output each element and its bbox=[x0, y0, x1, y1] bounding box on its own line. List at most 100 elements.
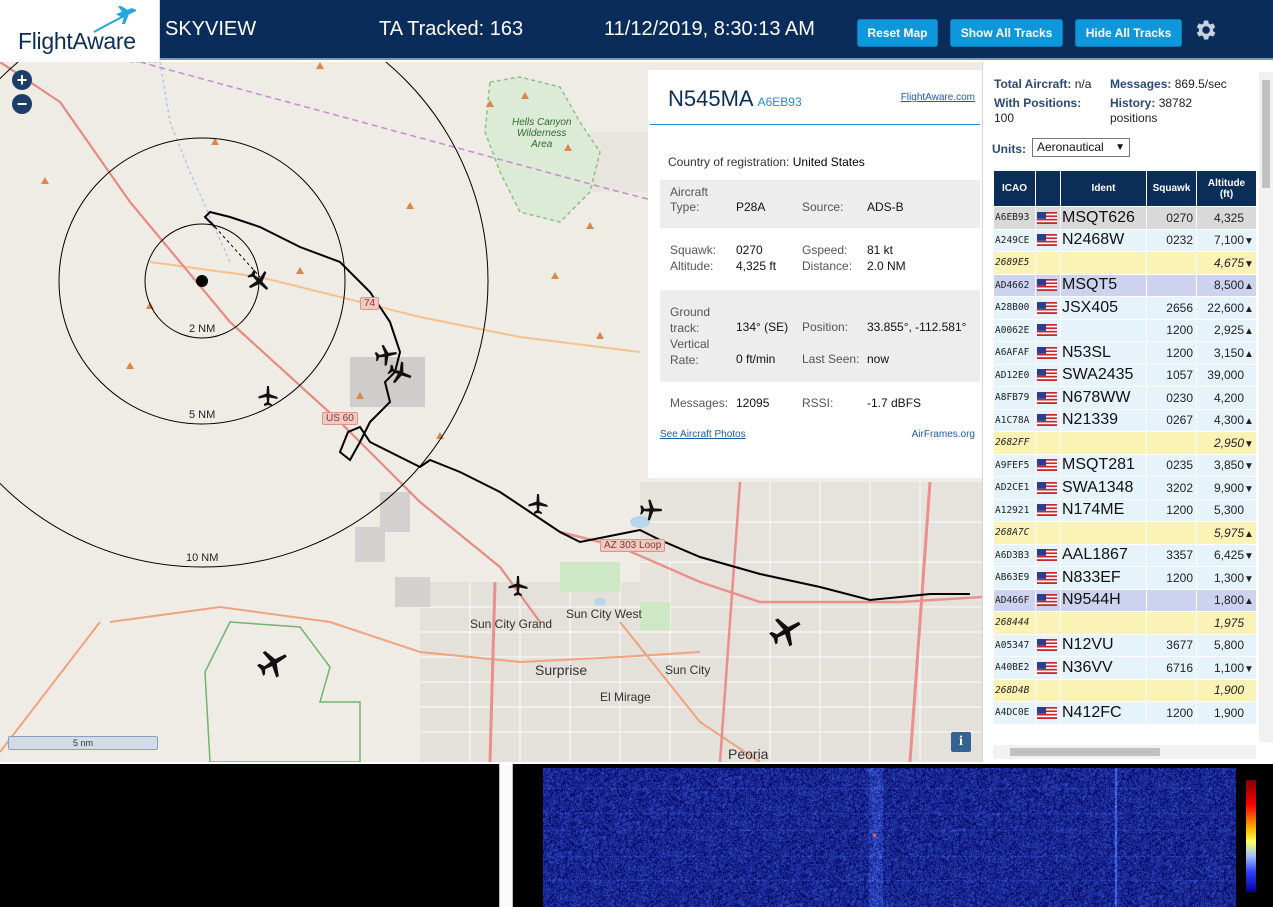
table-row[interactable]: A249CE N2468W 0232 7,100▼ bbox=[993, 228, 1256, 252]
city-label-sun-city-west: Sun City West bbox=[566, 607, 642, 621]
table-row[interactable]: A05347 N12VU 3677 5,800 bbox=[993, 633, 1256, 657]
table-row[interactable]: AB63E9 N833EF 1200 1,300▼ bbox=[993, 566, 1256, 590]
squawk-label: Squawk: bbox=[670, 243, 717, 257]
cell-altitude: 5,800 bbox=[1196, 633, 1256, 657]
table-row[interactable]: AD466F N9544H 1,800▲ bbox=[993, 588, 1256, 612]
cell-ident: MSQT5 bbox=[1060, 273, 1147, 297]
top-bar: FlightAware SKYVIEW TA Tracked: 163 11/1… bbox=[0, 0, 1273, 60]
cell-altitude: 7,100▼ bbox=[1196, 228, 1256, 252]
type-source-block: Aircraft Type: P28A Source: ADS-B bbox=[660, 180, 980, 228]
cell-flag bbox=[1035, 611, 1061, 635]
us-flag-icon bbox=[1037, 546, 1057, 563]
table-row[interactable]: A9FEF5 MSQT281 0235 3,850▼ bbox=[993, 453, 1256, 477]
col-header-altitude[interactable]: Altitude (ft) bbox=[1196, 170, 1256, 207]
cell-flag bbox=[1035, 431, 1061, 455]
flightaware-link[interactable]: FlightAware.com bbox=[901, 92, 975, 103]
hide-all-tracks-button[interactable]: Hide All Tracks bbox=[1075, 19, 1182, 47]
altitude-value: 4,325 ft bbox=[736, 259, 777, 273]
table-row[interactable]: A6EB93 MSQT626 0270 4,325 bbox=[993, 206, 1256, 230]
aircraft-photos-link[interactable]: See Aircraft Photos bbox=[660, 429, 746, 440]
aircraft-icon-selected[interactable] bbox=[245, 267, 273, 295]
table-row[interactable]: A12921 N174ME 1200 5,300 bbox=[993, 498, 1256, 522]
altitude-value: 4,300 bbox=[1213, 413, 1244, 428]
cell-icao: 268D4B bbox=[993, 678, 1036, 702]
table-row[interactable]: A28B00 JSX405 2656 22,600▲ bbox=[993, 296, 1256, 320]
app-name: SKYVIEW bbox=[165, 18, 257, 40]
aircraft-icon[interactable] bbox=[526, 492, 550, 516]
total-aircraft-stat: Total Aircraft: n/a bbox=[994, 77, 1091, 91]
cell-ident: AAL1867 bbox=[1060, 543, 1147, 567]
table-row[interactable]: A8FB79 N678WW 0230 4,200 bbox=[993, 386, 1256, 410]
cell-altitude: 3,850▼ bbox=[1196, 453, 1256, 477]
table-row[interactable]: 268A7C 5,975▲ bbox=[993, 521, 1256, 545]
altitude-trend-icon: ▼ bbox=[1244, 483, 1254, 495]
squawk-block: Squawk: 0270 Gspeed: 81 kt Altitude: 4,3… bbox=[660, 235, 980, 283]
cell-ident: N174ME bbox=[1060, 498, 1147, 522]
cell-flag bbox=[1035, 341, 1061, 365]
cell-icao: AB63E9 bbox=[993, 566, 1036, 590]
reset-map-button[interactable]: Reset Map bbox=[857, 19, 938, 47]
aircraft-icon-jet[interactable] bbox=[767, 612, 805, 650]
col-header-flag[interactable] bbox=[1035, 170, 1061, 207]
cell-ident: N9544H bbox=[1060, 588, 1147, 612]
table-row[interactable]: A1C78A N21339 0267 4,300▲ bbox=[993, 408, 1256, 432]
table-row[interactable]: A0062E 1200 2,925▲ bbox=[993, 318, 1256, 342]
aircraft-icon[interactable] bbox=[256, 384, 280, 408]
altitude-value: 5,975 bbox=[1213, 525, 1244, 540]
zoom-out-button[interactable]: − bbox=[12, 94, 32, 114]
cell-flag bbox=[1035, 386, 1061, 410]
vertical-scrollbar[interactable] bbox=[1259, 72, 1273, 742]
col-header-ident[interactable]: Ident bbox=[1060, 170, 1147, 207]
airframes-link[interactable]: AirFrames.org bbox=[912, 429, 975, 440]
cell-squawk bbox=[1146, 273, 1197, 297]
horizontal-scrollbar[interactable] bbox=[993, 745, 1256, 759]
total-aircraft-label: Total Aircraft: bbox=[994, 77, 1072, 91]
cell-squawk: 0232 bbox=[1146, 228, 1197, 252]
altitude-value: 2,925 bbox=[1213, 323, 1244, 338]
table-row[interactable]: 2689E5 4,675▼ bbox=[993, 251, 1256, 275]
table-row[interactable]: A6AFAF N53SL 1200 3,150▲ bbox=[993, 341, 1256, 365]
aircraft-icon-jet[interactable] bbox=[255, 645, 291, 681]
city-label-sun-city-grand: Sun City Grand bbox=[470, 617, 553, 631]
altitude-value: 39,000 bbox=[1207, 368, 1244, 383]
cell-ident bbox=[1060, 318, 1147, 342]
table-row[interactable]: AD12E0 SWA2435 1057 39,000 bbox=[993, 363, 1256, 387]
messages-rate-label: Messages: bbox=[1110, 77, 1172, 91]
cell-squawk: 3677 bbox=[1146, 633, 1197, 657]
aircraft-table-container[interactable]: ICAO Ident Squawk Altitude (ft) A6EB93 MS… bbox=[993, 170, 1256, 742]
flightaware-logo[interactable]: FlightAware bbox=[0, 0, 160, 60]
cell-ident: SWA1348 bbox=[1060, 476, 1147, 500]
table-row[interactable]: A6D3B3 AAL1867 3357 6,425▼ bbox=[993, 543, 1256, 567]
table-row[interactable]: AD4662 MSQT5 8,500▲ bbox=[993, 273, 1256, 297]
gear-icon[interactable] bbox=[1192, 17, 1218, 43]
table-row[interactable]: 2682FF 2,950▼ bbox=[993, 431, 1256, 455]
info-icon[interactable]: i bbox=[951, 732, 971, 752]
col-header-squawk[interactable]: Squawk bbox=[1146, 170, 1197, 207]
cell-icao: 2682FF bbox=[993, 431, 1036, 455]
table-row[interactable]: AD2CE1 SWA1348 3202 9,900▼ bbox=[993, 476, 1256, 500]
altitude-value: 7,100 bbox=[1213, 233, 1244, 248]
aircraft-icon[interactable] bbox=[638, 497, 664, 523]
rssi-value: -1.7 dBFS bbox=[867, 396, 922, 410]
col-header-icao[interactable]: ICAO bbox=[993, 170, 1036, 207]
aircraft-icon[interactable] bbox=[506, 574, 530, 598]
table-row[interactable]: A4DC0E N412FC 1200 1,900 bbox=[993, 701, 1256, 725]
scrollbar-thumb[interactable] bbox=[1010, 748, 1160, 756]
us-flag-icon bbox=[1037, 209, 1057, 226]
us-flag-icon bbox=[1037, 276, 1057, 293]
altitude-value: 1,900 bbox=[1213, 705, 1244, 720]
units-select[interactable]: Aeronautical ▼ bbox=[1032, 138, 1130, 157]
show-all-tracks-button[interactable]: Show All Tracks bbox=[950, 19, 1063, 47]
table-row[interactable]: 268D4B 1,900 bbox=[993, 678, 1256, 702]
zoom-in-button[interactable]: + bbox=[12, 70, 32, 90]
table-row[interactable]: A40BE2 N36VV 6716 1,100▼ bbox=[993, 656, 1256, 680]
panel-divider[interactable] bbox=[499, 764, 513, 907]
map-scale: 5 nm bbox=[8, 736, 158, 750]
scrollbar-thumb[interactable] bbox=[1262, 80, 1270, 188]
cell-squawk: 1200 bbox=[1146, 341, 1197, 365]
rssi-label: RSSI: bbox=[802, 396, 834, 410]
aircraft-icon[interactable] bbox=[386, 359, 414, 387]
table-row[interactable]: 268444 1,975 bbox=[993, 611, 1256, 635]
detail-title: N545MA A6EB93 bbox=[668, 86, 802, 112]
altitude-trend-icon: ▼ bbox=[1244, 551, 1254, 563]
